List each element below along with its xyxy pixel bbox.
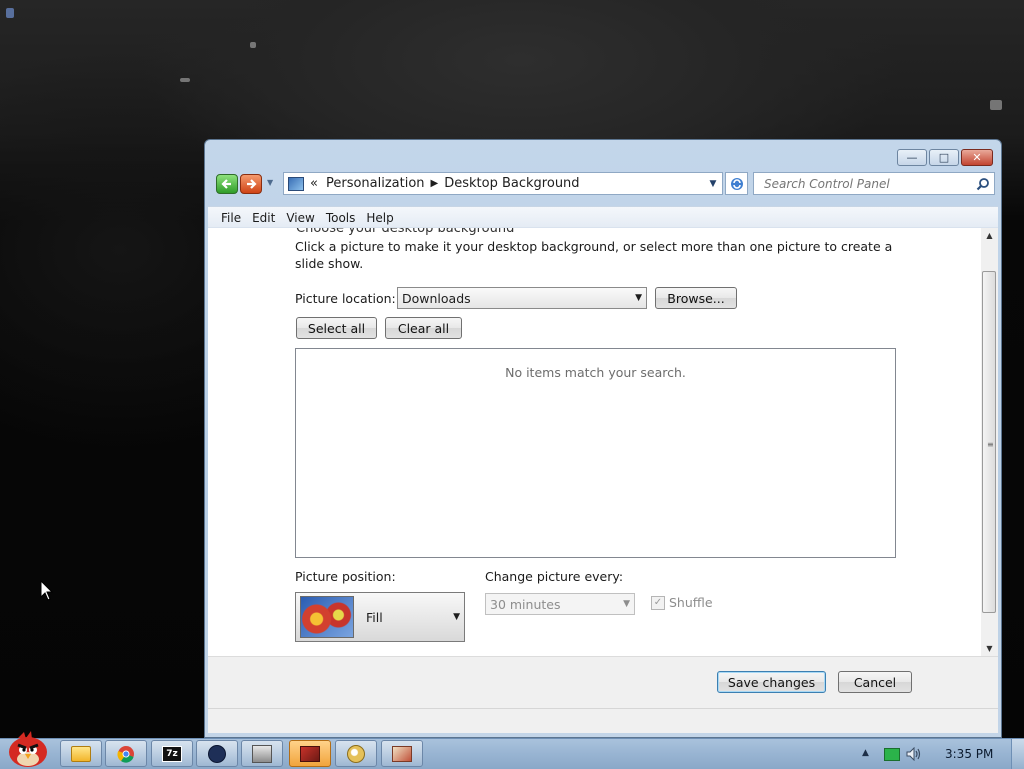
- arrow-right-icon: [247, 179, 257, 189]
- start-button-angry-bird-icon[interactable]: [4, 730, 52, 768]
- chevron-down-icon: ▼: [453, 612, 460, 622]
- dialog-footer: Save changes Cancel: [208, 656, 998, 709]
- desktop-speck: [180, 78, 190, 82]
- change-interval-value: 30 minutes: [490, 596, 561, 612]
- forward-button[interactable]: [240, 174, 262, 194]
- taskbar-app2[interactable]: [381, 740, 423, 767]
- app-icon: [208, 744, 226, 763]
- search-icon[interactable]: [976, 177, 990, 191]
- picture-location-select[interactable]: Downloads ▼: [397, 287, 647, 309]
- address-bar[interactable]: « Personalization ▶ Desktop Background ▼: [283, 172, 723, 195]
- chrome-icon: [117, 745, 134, 763]
- picture-position-label: Picture position:: [295, 569, 396, 584]
- minimize-button[interactable]: —: [897, 149, 927, 166]
- breadcrumb-personalization[interactable]: Personalization: [326, 176, 425, 191]
- picture-position-value: Fill: [366, 610, 383, 625]
- grip-icon: ≡: [987, 440, 994, 449]
- vertical-scrollbar[interactable]: ▲ ≡ ▼: [981, 228, 998, 657]
- mouse-cursor-icon: [40, 580, 54, 601]
- shuffle-checkbox[interactable]: ✓ Shuffle: [651, 595, 713, 610]
- menu-file[interactable]: File: [208, 211, 249, 225]
- picture-location-value: Downloads: [402, 290, 471, 306]
- paint-icon: [347, 744, 365, 763]
- menu-tools[interactable]: Tools: [323, 211, 364, 225]
- picture-location-label: Picture location:: [295, 291, 396, 306]
- 7zip-icon: 7z: [162, 745, 182, 762]
- chevron-down-icon: ▼: [623, 599, 630, 609]
- select-all-button[interactable]: Select all: [296, 317, 377, 339]
- volume-icon[interactable]: [906, 747, 922, 761]
- show-hidden-icons-icon[interactable]: ▲: [862, 748, 869, 758]
- menu-edit[interactable]: Edit: [249, 211, 283, 225]
- desktop-speck: [6, 8, 14, 18]
- desktop-speck: [990, 100, 1002, 110]
- show-desktop-button[interactable]: [1011, 739, 1024, 769]
- control-panel-window: — □ ✕ ▼ « Personalization ▶ Desktop Back…: [204, 139, 1002, 738]
- arrow-left-icon: [221, 179, 231, 189]
- navigation-bar: ▼ « Personalization ▶ Desktop Background…: [215, 171, 995, 197]
- cancel-button[interactable]: Cancel: [838, 671, 912, 693]
- chevron-down-icon: ▼: [635, 293, 642, 303]
- scrollbar-thumb[interactable]: ≡: [982, 271, 996, 613]
- scroll-up-icon[interactable]: ▲: [981, 228, 998, 244]
- fill-preview-image: [300, 596, 354, 638]
- taskbar-explorer[interactable]: [60, 740, 102, 767]
- taskbar-printer[interactable]: [241, 740, 283, 767]
- checkmark-icon: ✓: [651, 595, 665, 610]
- maximize-button[interactable]: □: [929, 149, 959, 166]
- personalization-icon: [300, 745, 320, 762]
- scroll-down-icon[interactable]: ▼: [981, 641, 998, 657]
- page-heading: Choose your desktop background: [296, 227, 515, 236]
- breadcrumb-desktop-background[interactable]: Desktop Background: [444, 176, 579, 191]
- breadcrumb-overflow[interactable]: «: [310, 176, 318, 191]
- taskbar-app[interactable]: [196, 740, 238, 767]
- back-button[interactable]: [216, 174, 238, 194]
- search-input[interactable]: [762, 175, 966, 192]
- window-controls: — □ ✕: [897, 149, 993, 166]
- picture-position-select[interactable]: Fill ▼: [295, 592, 465, 642]
- recent-pages-dropdown[interactable]: ▼: [267, 178, 273, 187]
- menu-bar: File Edit View Tools Help: [208, 206, 998, 228]
- refresh-icon: [730, 177, 743, 190]
- app2-icon: [392, 745, 412, 762]
- taskbar: 7z ▲ 3:35 PM: [0, 731, 1024, 769]
- refresh-button[interactable]: [725, 172, 748, 195]
- status-bar: [208, 708, 998, 733]
- taskbar-personalization[interactable]: [289, 740, 331, 767]
- taskbar-7zip[interactable]: 7z: [151, 740, 193, 767]
- explorer-icon: [71, 745, 91, 762]
- desktop-speck: [250, 42, 256, 48]
- breadcrumb-separator-icon[interactable]: ▶: [431, 178, 439, 189]
- search-box[interactable]: [753, 172, 995, 195]
- network-icon[interactable]: [884, 748, 900, 761]
- taskbar-clock[interactable]: 3:35 PM: [945, 747, 993, 761]
- clear-all-button[interactable]: Clear all: [385, 317, 462, 339]
- content-pane: Choose your desktop background Click a p…: [208, 227, 998, 657]
- control-panel-icon: [288, 176, 304, 191]
- taskbar-chrome[interactable]: [105, 740, 147, 767]
- change-picture-label: Change picture every:: [485, 569, 624, 584]
- menu-view[interactable]: View: [283, 211, 322, 225]
- taskbar-paint[interactable]: [335, 740, 377, 767]
- printer-icon: [252, 744, 272, 763]
- chevron-down-icon[interactable]: ▼: [704, 179, 722, 189]
- save-changes-button[interactable]: Save changes: [717, 671, 826, 693]
- empty-message: No items match your search.: [505, 365, 686, 380]
- close-button[interactable]: ✕: [961, 149, 993, 166]
- picture-list[interactable]: No items match your search.: [295, 348, 896, 558]
- menu-help[interactable]: Help: [363, 211, 401, 225]
- browse-button[interactable]: Browse...: [655, 287, 737, 309]
- intro-text: Click a picture to make it your desktop …: [295, 239, 893, 271]
- change-interval-select[interactable]: 30 minutes ▼: [485, 593, 635, 615]
- shuffle-label: Shuffle: [669, 595, 713, 610]
